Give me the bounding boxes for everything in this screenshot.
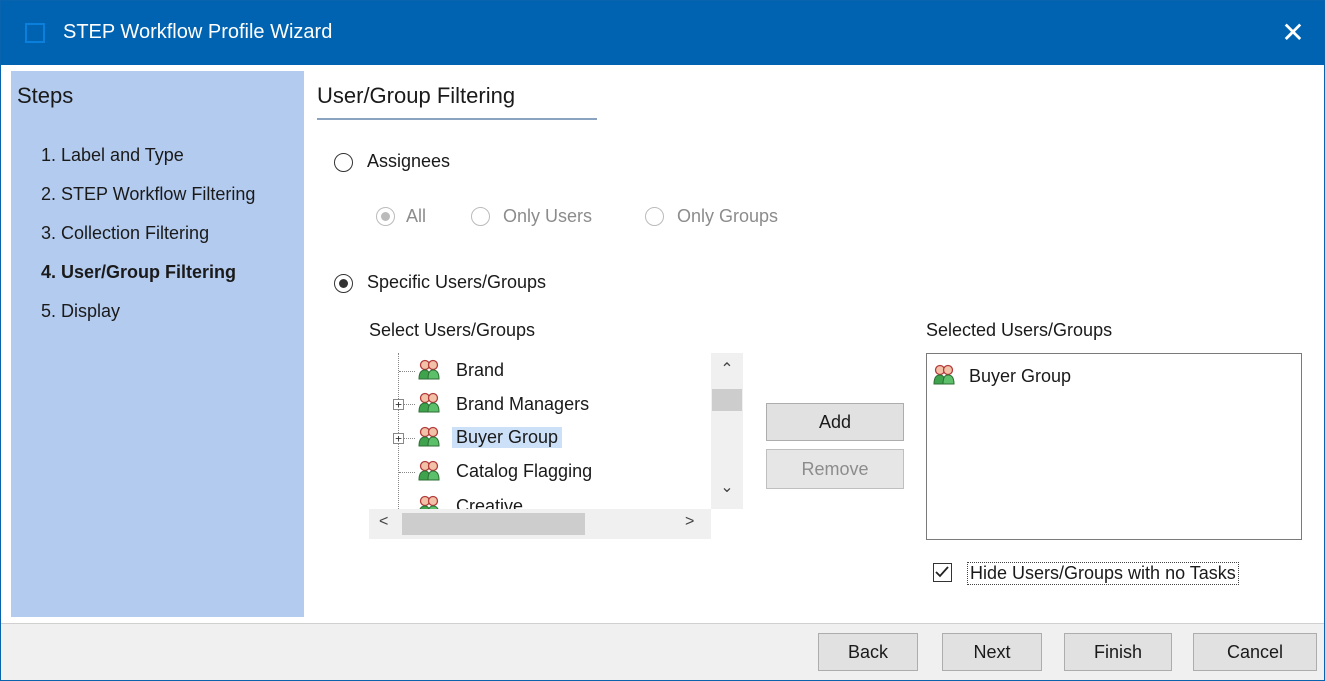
step-item-display: 5. Display	[41, 301, 121, 321]
close-icon[interactable]: ✕	[1262, 1, 1324, 65]
tree-horizontal-scrollbar[interactable]: < >	[369, 509, 711, 539]
tree-connector	[404, 404, 415, 405]
group-icon	[418, 359, 440, 380]
cancel-button[interactable]: Cancel	[1193, 633, 1317, 671]
only-users-label[interactable]: Only Users	[503, 206, 592, 227]
group-icon	[418, 392, 440, 413]
expand-plus-icon[interactable]: +	[393, 399, 404, 410]
tree-item-brand-managers[interactable]: Brand Managers	[456, 394, 589, 415]
specific-users-groups-label[interactable]: Specific Users/Groups	[367, 272, 546, 293]
scroll-up-icon[interactable]: ⌃	[711, 359, 743, 379]
steps-panel: Steps 1. Label and Type 2. STEP Workflow…	[11, 71, 304, 617]
tree-vertical-scrollbar[interactable]: ⌃ ⌄	[711, 353, 743, 509]
all-radio[interactable]	[376, 207, 395, 226]
tree-item-catalog-flagging[interactable]: Catalog Flagging	[456, 461, 592, 482]
steps-heading: Steps	[17, 83, 74, 108]
select-users-groups-label: Select Users/Groups	[369, 320, 536, 340]
next-button[interactable]: Next	[942, 633, 1042, 671]
wizard-window: STEP Workflow Profile Wizard ✕ Steps 1. …	[0, 0, 1325, 681]
all-label[interactable]: All	[406, 206, 426, 227]
tree-item-buyer-group[interactable]: Buyer Group	[452, 427, 563, 448]
tree-connector	[404, 438, 415, 439]
hide-users-groups-checkbox[interactable]	[933, 563, 952, 582]
scroll-thumb[interactable]	[712, 389, 742, 411]
tree-connector	[399, 371, 415, 372]
add-button[interactable]: Add	[766, 403, 904, 441]
tree-item-creative[interactable]: Creative	[456, 496, 523, 509]
title-bar[interactable]: STEP Workflow Profile Wizard ✕	[1, 1, 1324, 65]
selected-item-buyer-group[interactable]: Buyer Group	[969, 366, 1071, 387]
tree-item-brand[interactable]: Brand	[456, 360, 504, 381]
scroll-down-icon[interactable]: ⌄	[711, 477, 743, 497]
step-item-label-and-type: 1. Label and Type	[41, 145, 184, 165]
tree-connector	[399, 472, 415, 473]
group-icon	[418, 426, 440, 447]
steps-list: 1. Label and Type 2. STEP Workflow Filte…	[41, 145, 255, 340]
assignees-radio[interactable]	[334, 153, 353, 172]
remove-button[interactable]: Remove	[766, 449, 904, 489]
back-button[interactable]: Back	[818, 633, 918, 671]
scroll-left-icon[interactable]: <	[379, 513, 388, 531]
title-underline	[317, 118, 597, 120]
finish-button[interactable]: Finish	[1064, 633, 1172, 671]
checkmark-icon	[935, 566, 949, 578]
specific-users-groups-radio[interactable]	[334, 274, 353, 293]
tree-row-clip: Creative	[369, 491, 711, 509]
assignees-label[interactable]: Assignees	[367, 151, 450, 172]
only-groups-radio[interactable]	[645, 207, 664, 226]
group-icon	[418, 460, 440, 481]
scroll-right-icon[interactable]: >	[685, 513, 694, 531]
only-users-radio[interactable]	[471, 207, 490, 226]
page-title: User/Group Filtering	[317, 83, 516, 108]
selected-users-groups-label: Selected Users/Groups	[926, 320, 1113, 340]
step-item-workflow-filtering: 2. STEP Workflow Filtering	[41, 184, 256, 204]
step-item-collection-filtering: 3. Collection Filtering	[41, 223, 210, 243]
app-icon	[25, 23, 45, 43]
expand-plus-icon[interactable]: +	[393, 433, 404, 444]
step-item-user-group-filtering: 4. User/Group Filtering	[41, 262, 237, 282]
window-title: STEP Workflow Profile Wizard	[63, 21, 333, 43]
scroll-thumb[interactable]	[402, 513, 585, 535]
group-icon	[419, 495, 439, 509]
hide-users-groups-label[interactable]: Hide Users/Groups with no Tasks	[967, 562, 1239, 585]
group-icon	[933, 364, 955, 385]
only-groups-label[interactable]: Only Groups	[677, 206, 778, 227]
